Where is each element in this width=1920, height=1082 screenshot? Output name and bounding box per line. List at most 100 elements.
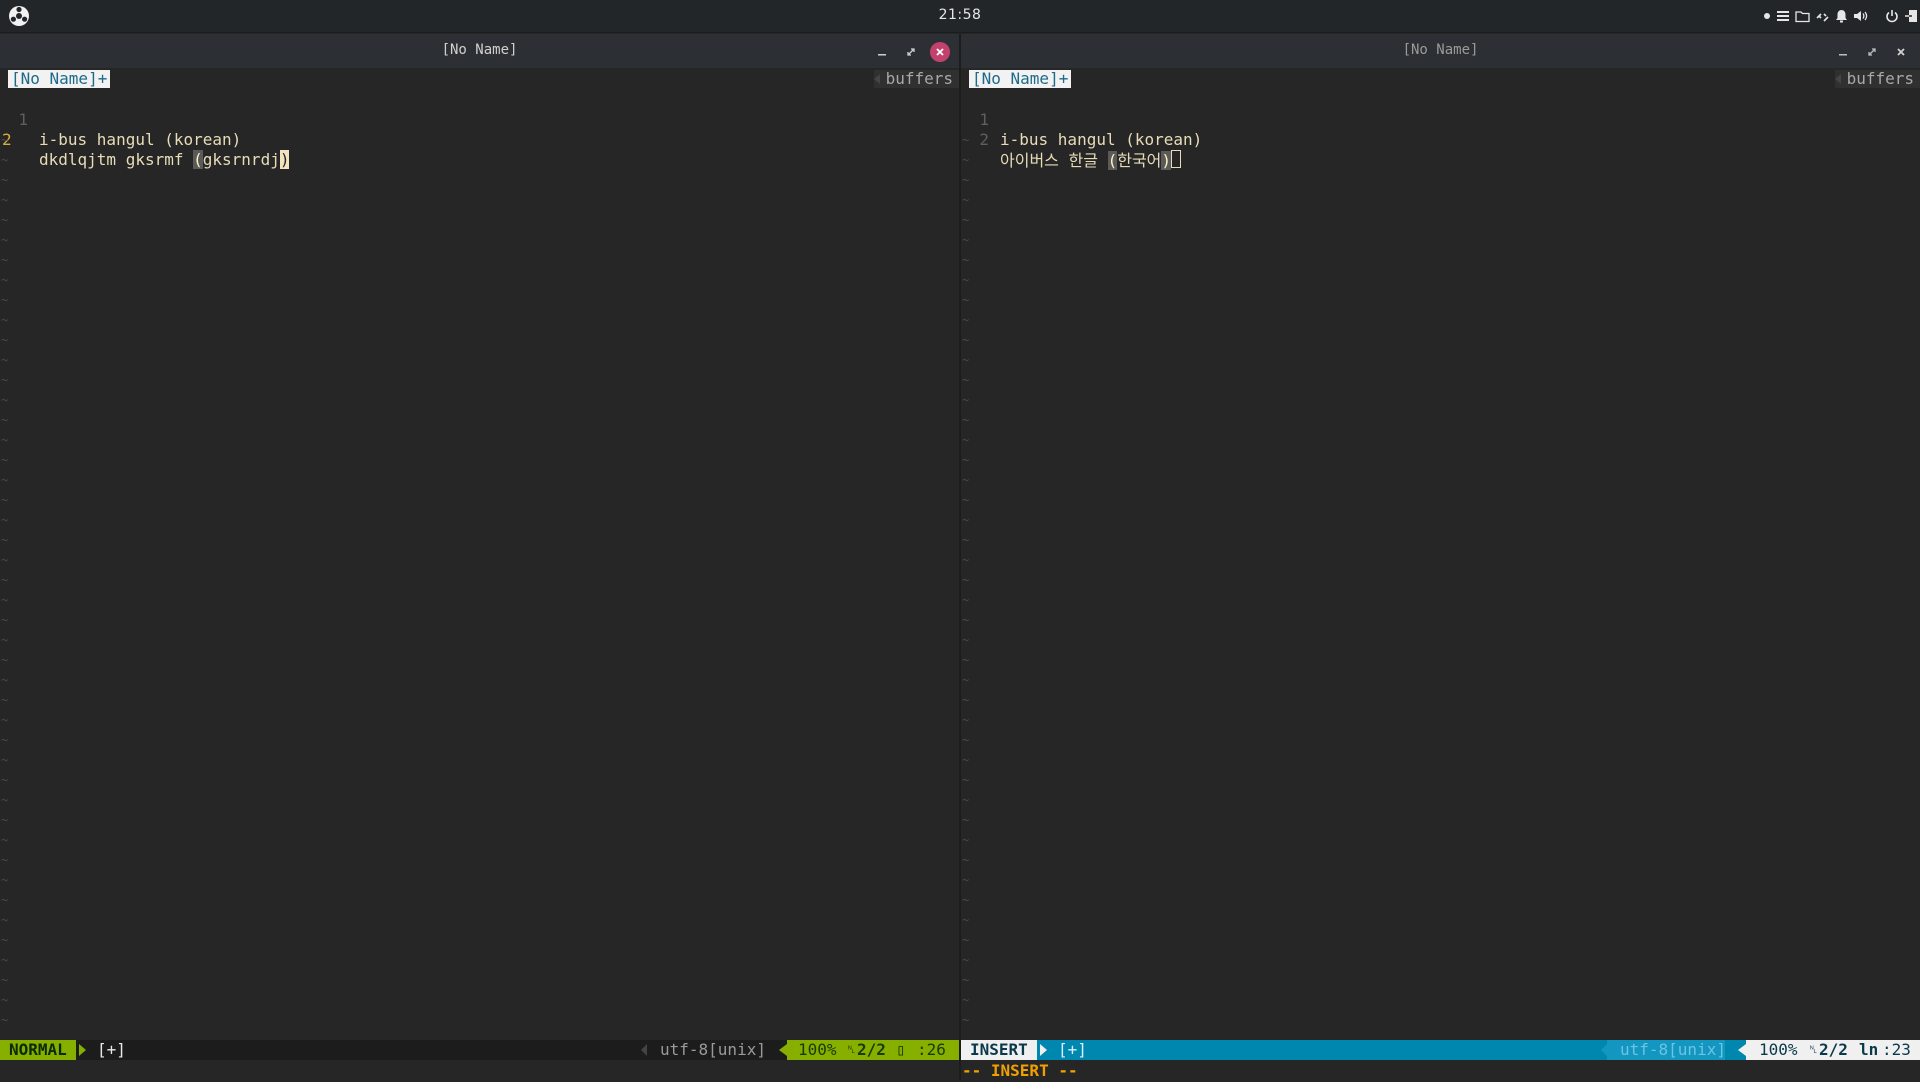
- tilde-marker: ~: [962, 153, 970, 167]
- tilde-marker: ~: [1, 753, 9, 767]
- tilde-marker: ~: [962, 333, 970, 347]
- tilde-marker: ~: [962, 353, 970, 367]
- tilde-marker: ~: [1, 813, 9, 827]
- logout-icon[interactable]: [1904, 6, 1918, 26]
- window-titlebar[interactable]: [No Name]: [0, 34, 959, 68]
- tilde-marker: ~: [1, 293, 9, 307]
- close-icon[interactable]: [1891, 42, 1911, 62]
- tab-no-name[interactable]: [No Name]+: [969, 70, 1072, 88]
- tilde-marker: ~: [1, 693, 9, 707]
- tilde-marker: ~: [1, 633, 9, 647]
- modified-flag: [+]: [1058, 1040, 1087, 1059]
- tilde-marker: ~: [962, 733, 970, 747]
- tilde-marker: ~: [1, 453, 9, 467]
- minimize-icon[interactable]: [872, 42, 892, 62]
- line-position: 2/2: [857, 1040, 886, 1059]
- close-icon[interactable]: [930, 42, 950, 62]
- tab-buffers[interactable]: buffers: [873, 70, 959, 88]
- text-line[interactable]: 2 아이버스 한글 (한국어): [961, 110, 1920, 170]
- tilde-marker: ~: [1, 1013, 9, 1027]
- vim-tabline: [No Name]+ buffers: [961, 68, 1920, 90]
- maximize-icon[interactable]: [901, 42, 921, 62]
- tilde-marker: ~: [1, 893, 9, 907]
- tilde-marker: ~: [1, 873, 9, 887]
- window-titlebar[interactable]: [No Name]: [961, 34, 1920, 68]
- tilde-marker: ~: [1, 793, 9, 807]
- tilde-marker: ~: [962, 553, 970, 567]
- tilde-marker: ~: [1, 533, 9, 547]
- line-glyph: ␤: [847, 1043, 856, 1056]
- tilde-marker: ~: [962, 293, 970, 307]
- modified-flag: [+]: [97, 1040, 126, 1059]
- system-menu-icon[interactable]: [8, 5, 30, 27]
- tilde-marker: ~: [962, 473, 970, 487]
- tilde-marker: ~: [1, 553, 9, 567]
- tilde-marker: ~: [1, 173, 9, 187]
- tab-buffers[interactable]: buffers: [1834, 70, 1920, 88]
- tilde-marker: ~: [962, 793, 970, 807]
- maximize-icon[interactable]: [1862, 42, 1882, 62]
- separator-arrow: [779, 1044, 787, 1056]
- separator-arrow: [1601, 1044, 1607, 1056]
- tilde-marker: ~: [1, 493, 9, 507]
- text-line[interactable]: 2 dkdlqjtm gksrmf (gksrnrdj): [0, 110, 959, 169]
- tilde-marker: ~: [962, 953, 970, 967]
- dot-indicator-icon[interactable]: [1763, 6, 1771, 26]
- network-icon[interactable]: [1815, 6, 1830, 26]
- vim-tabline: [No Name]+ buffers: [0, 68, 959, 90]
- percent: 100%: [798, 1040, 837, 1059]
- tilde-marker: ~: [962, 233, 970, 247]
- vim-text-area[interactable]: 1 i-bus hangul (korean) 2 dkdlqjtm gksrm…: [0, 90, 959, 169]
- tilde-marker: ~: [1, 313, 9, 327]
- mode-indicator: NORMAL: [0, 1040, 76, 1060]
- tilde-marker: ~: [962, 253, 970, 267]
- clock[interactable]: 21:58: [0, 7, 1920, 23]
- tilde-marker: ~: [962, 813, 970, 827]
- tilde-marker: ~: [962, 893, 970, 907]
- minimize-icon[interactable]: [1833, 42, 1853, 62]
- tilde-marker: ~: [962, 613, 970, 627]
- tilde-marker: ~: [962, 993, 970, 1007]
- tilde-marker: ~: [962, 213, 970, 227]
- vim-editor[interactable]: [No Name]+ buffers 1 i-bus hangul (korea…: [0, 68, 959, 1080]
- file-encoding: utf-8[unix]: [660, 1040, 766, 1059]
- tilde-marker: ~: [962, 853, 970, 867]
- tilde-marker: ~: [1, 213, 9, 227]
- terminal-window-right[interactable]: [No Name] [No Name]+ buffers 1 i-bus han…: [961, 34, 1920, 1080]
- text-line[interactable]: 1 i-bus hangul (korean): [0, 90, 959, 149]
- tilde-marker: ~: [1, 673, 9, 687]
- tilde-marker: ~: [1, 193, 9, 207]
- vim-statusline: NORMAL [+] utf-8[unix] 100% ␤ 2/2 ▯ :26: [0, 1040, 959, 1060]
- column-position: :26: [917, 1040, 946, 1059]
- tilde-marker: ~: [1, 513, 9, 527]
- tilde-marker: ~: [962, 633, 970, 647]
- vim-text-area[interactable]: 1 i-bus hangul (korean) 2 아이버스 한글 (한국어): [961, 90, 1920, 170]
- terminal-window-left[interactable]: [No Name] [No Name]+ buffers 1 i-bus han…: [0, 34, 959, 1080]
- tilde-marker: ~: [1, 413, 9, 427]
- tilde-marker: ~: [1, 233, 9, 247]
- power-icon[interactable]: [1885, 6, 1899, 26]
- menu-icon[interactable]: [1776, 6, 1790, 26]
- tilde-marker: ~: [962, 873, 970, 887]
- tilde-marker: ~: [962, 273, 970, 287]
- tilde-marker: ~: [1, 433, 9, 447]
- column-position: :23: [1882, 1040, 1911, 1059]
- ln-label: ln: [1859, 1040, 1879, 1059]
- column-glyph: ▯: [896, 1040, 906, 1059]
- tilde-marker: ~: [962, 973, 970, 987]
- bell-icon[interactable]: [1835, 6, 1848, 26]
- line-position: 2/2: [1819, 1040, 1848, 1059]
- system-tray: [1763, 6, 1918, 26]
- tilde-marker: ~: [962, 593, 970, 607]
- tab-no-name[interactable]: [No Name]+: [8, 70, 111, 88]
- tilde-marker: ~: [962, 513, 970, 527]
- tilde-marker: ~: [1, 853, 9, 867]
- vim-editor[interactable]: [No Name]+ buffers 1 i-bus hangul (korea…: [961, 68, 1920, 1080]
- tilde-marker: ~: [962, 1013, 970, 1027]
- vim-command-line: -- INSERT --: [962, 1061, 1078, 1080]
- tilde-marker: ~: [1, 613, 9, 627]
- folder-icon[interactable]: [1795, 6, 1810, 26]
- empty-line-markers: ~ ~ ~ ~ ~ ~ ~ ~ ~ ~ ~ ~ ~ ~ ~ ~ ~ ~ ~ ~ ~ ~ ~ ~ ~ ~ ~ ~ ~ ~ ~ ~ ~ ~ ~ ~ ~ ~ ~ ~…: [0, 130, 959, 1030]
- text-line[interactable]: 1 i-bus hangul (korean): [961, 90, 1920, 149]
- volume-icon[interactable]: [1853, 6, 1869, 26]
